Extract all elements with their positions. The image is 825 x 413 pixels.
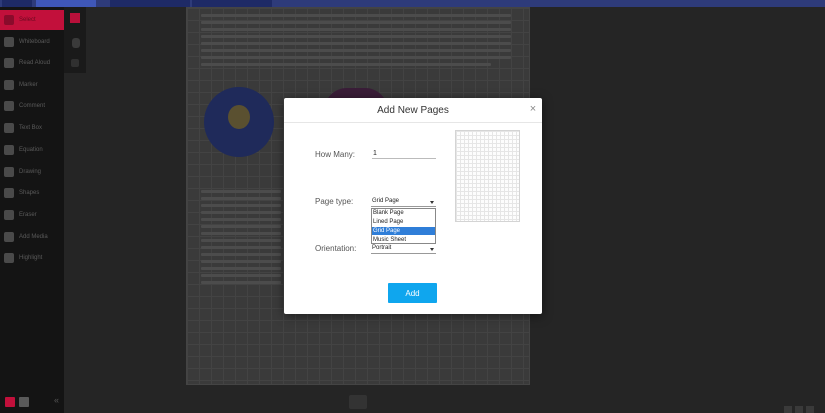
page-preview [455,130,520,222]
chevron-down-icon [430,201,434,204]
option-music-sheet[interactable]: Music Sheet [372,236,435,244]
option-lined-page[interactable]: Lined Page [372,218,435,226]
close-button[interactable]: × [527,103,539,115]
chevron-down-icon [430,248,434,251]
how-many-input[interactable] [372,148,436,159]
dialog-header: Add New Pages × [284,98,542,123]
app-window: Select Whiteboard Read Aloud Marker Comm… [0,0,825,413]
page-type-label: Page type: [315,197,354,206]
orientation-value: Portrait [372,245,392,251]
option-blank-page[interactable]: Blank Page [372,209,435,217]
orientation-label: Orientation: [315,244,357,253]
page-type-dropdown: Blank Page Lined Page Grid Page Music Sh… [371,208,436,244]
add-button[interactable]: Add [388,283,437,303]
add-pages-dialog: Add New Pages × How Many: Page type: Gri… [284,98,542,314]
page-type-value: Grid Page [372,198,400,204]
page-type-select[interactable]: Grid Page [371,197,436,207]
how-many-label: How Many: [315,150,356,159]
dialog-title: Add New Pages [377,105,449,116]
option-grid-page[interactable]: Grid Page [372,227,435,235]
orientation-select[interactable]: Portrait [371,244,436,254]
